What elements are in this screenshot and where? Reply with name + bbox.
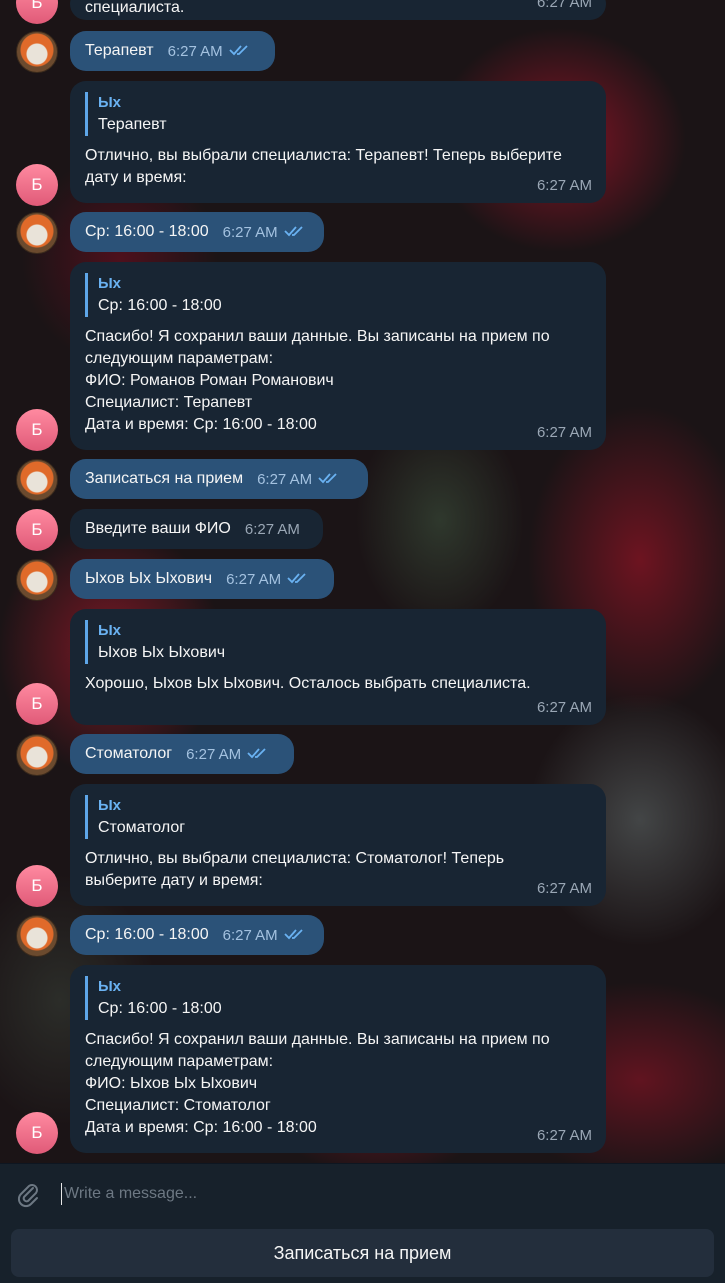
incoming-message[interactable]: Ых Стоматолог Отлично, вы выбрали специа… — [70, 784, 606, 906]
quote-author: Ых — [98, 622, 122, 639]
quote-author: Ых — [98, 978, 122, 995]
message-text: Записаться на прием — [85, 470, 244, 487]
message-time: 6:27 AM — [536, 1127, 592, 1144]
message-time: 6:27 AM — [536, 699, 592, 716]
message-text: Введите ваши ФИО — [85, 520, 231, 537]
message-line: Отлично, вы выбрали специалиста: Стомато… — [85, 850, 505, 867]
outgoing-message[interactable]: Ср: 16:00 - 18:00 6:27 AM — [70, 212, 324, 252]
bot-avatar[interactable]: Б — [16, 0, 58, 24]
message-line: следующим параметрам: — [85, 350, 274, 367]
bot-avatar[interactable]: Б — [16, 409, 58, 451]
user-avatar[interactable] — [16, 212, 58, 254]
outgoing-message[interactable]: Стоматолог 6:27 AM — [70, 734, 294, 774]
message-time: 6:27 AM — [167, 43, 223, 60]
message-line: Дата и время: Ср: 16:00 - 18:00 — [85, 416, 317, 433]
message-time: 6:27 AM — [222, 224, 278, 241]
user-avatar[interactable] — [16, 915, 58, 957]
reply-quote[interactable]: Ых Ср: 16:00 - 18:00 — [85, 273, 591, 317]
message-time: 6:27 AM — [536, 0, 592, 11]
quote-text: Ср: 16:00 - 18:00 — [98, 1000, 222, 1017]
text-cursor — [61, 1183, 62, 1205]
message-time: 6:27 AM — [226, 571, 282, 588]
message-time: 6:27 AM — [536, 880, 592, 897]
reply-quote[interactable]: Ых Терапевт — [85, 92, 591, 136]
message-time: 6:27 AM — [244, 521, 300, 538]
user-avatar[interactable] — [16, 559, 58, 601]
message-line: Отлично, вы выбрали специалиста: Терапев… — [85, 147, 562, 164]
message-line: Хорошо, Ыхов Ых Ыхович. Осталось выбрать… — [85, 675, 531, 692]
message-line: Спасибо! Я сохранил ваши данные. Вы запи… — [85, 328, 550, 345]
user-avatar[interactable] — [16, 459, 58, 501]
incoming-message[interactable]: Ых Ср: 16:00 - 18:00 Спасибо! Я сохранил… — [70, 262, 606, 450]
chat-history[interactable]: Б специалиста. 6:27 AM Терапевт 6:27 AM Б… — [0, 0, 725, 1163]
double-check-icon — [284, 226, 303, 237]
incoming-message[interactable]: Ых Ср: 16:00 - 18:00 Спасибо! Я сохранил… — [70, 965, 606, 1153]
double-check-icon — [318, 473, 337, 484]
outgoing-message[interactable]: Записаться на прием 6:27 AM — [70, 459, 368, 499]
incoming-message[interactable]: Ых Терапевт Отлично, вы выбрали специали… — [70, 81, 606, 203]
quote-text: Ср: 16:00 - 18:00 — [98, 297, 222, 314]
bot-avatar[interactable]: Б — [16, 1112, 58, 1154]
message-line: ФИО: Романов Роман Романович — [85, 372, 334, 389]
double-check-icon — [284, 929, 303, 940]
bot-avatar[interactable]: Б — [16, 683, 58, 725]
message-line: дату и время: — [85, 169, 187, 186]
bot-avatar[interactable]: Б — [16, 509, 58, 551]
message-line: Специалист: Стоматолог — [85, 1097, 271, 1114]
incoming-message[interactable]: Введите ваши ФИО 6:27 AM — [70, 509, 323, 549]
message-text: Ср: 16:00 - 18:00 — [85, 223, 209, 240]
message-line: Специалист: Терапевт — [85, 394, 253, 411]
message-line: Спасибо! Я сохранил ваши данные. Вы запи… — [85, 1031, 550, 1048]
reply-keyboard: Записаться на прием — [0, 1223, 725, 1283]
reply-quote[interactable]: Ых Стоматолог — [85, 795, 591, 839]
message-time: 6:27 AM — [186, 746, 242, 763]
message-composer — [0, 1163, 725, 1223]
message-text: специалиста. — [85, 0, 185, 16]
quote-author: Ых — [98, 94, 122, 111]
incoming-message[interactable]: Ых Ыхов Ых Ыхович Хорошо, Ыхов Ых Ыхович… — [70, 609, 606, 725]
message-text: Ыхов Ых Ыхович — [85, 570, 213, 587]
message-time: 6:27 AM — [536, 177, 592, 194]
incoming-message[interactable]: специалиста. 6:27 AM — [70, 0, 606, 20]
bot-avatar[interactable]: Б — [16, 865, 58, 907]
reply-quote[interactable]: Ых Ср: 16:00 - 18:00 — [85, 976, 591, 1020]
message-time: 6:27 AM — [536, 424, 592, 441]
user-avatar[interactable] — [16, 31, 58, 73]
message-text: Стоматолог — [85, 745, 173, 762]
outgoing-message[interactable]: Ср: 16:00 - 18:00 6:27 AM — [70, 915, 324, 955]
message-time: 6:27 AM — [222, 927, 278, 944]
quote-text: Ыхов Ых Ыхович — [98, 644, 226, 661]
outgoing-message[interactable]: Ыхов Ых Ыхович 6:27 AM — [70, 559, 334, 599]
message-line: ФИО: Ыхов Ых Ыхович — [85, 1075, 258, 1092]
double-check-icon — [247, 748, 266, 759]
quote-author: Ых — [98, 797, 122, 814]
quote-text: Стоматолог — [98, 819, 186, 836]
user-avatar[interactable] — [16, 734, 58, 776]
message-line: следующим параметрам: — [85, 1053, 274, 1070]
message-text: Терапевт — [85, 42, 154, 59]
outgoing-message[interactable]: Терапевт 6:27 AM — [70, 31, 275, 71]
paperclip-icon[interactable] — [14, 1180, 42, 1208]
message-line: выберите дату и время: — [85, 872, 263, 889]
message-time: 6:27 AM — [257, 471, 313, 488]
bot-avatar[interactable]: Б — [16, 164, 58, 206]
quote-text: Терапевт — [98, 116, 167, 133]
keyboard-button-book-appointment[interactable]: Записаться на прием — [11, 1229, 714, 1277]
double-check-icon — [229, 45, 248, 56]
reply-quote[interactable]: Ых Ыхов Ых Ыхович — [85, 620, 591, 664]
message-line: Дата и время: Ср: 16:00 - 18:00 — [85, 1119, 317, 1136]
quote-author: Ых — [98, 275, 122, 292]
message-text: Ср: 16:00 - 18:00 — [85, 926, 209, 943]
double-check-icon — [287, 573, 306, 584]
message-input[interactable] — [64, 1181, 684, 1207]
